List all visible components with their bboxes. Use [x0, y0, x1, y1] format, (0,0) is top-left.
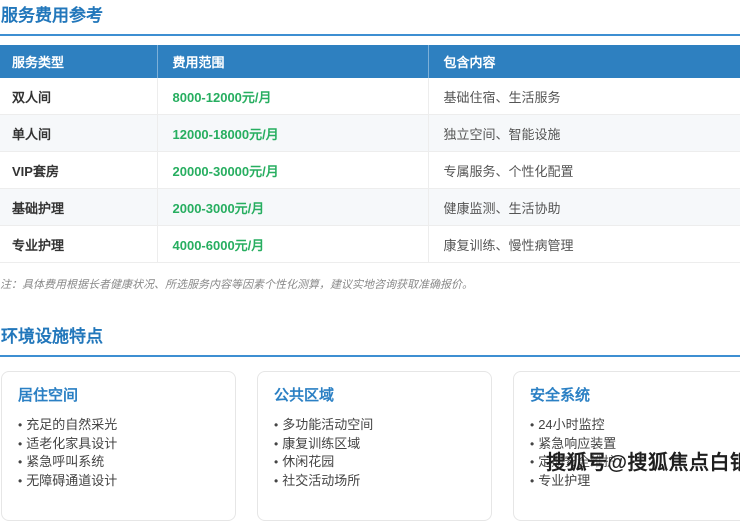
bullet-icon: • [530, 418, 534, 432]
included-cell: 康复训练、慢性病管理 [428, 226, 740, 263]
card-title: 安全系统 [530, 387, 731, 405]
section-service-fees: 服务费用参考 服务类型 费用范围 包含内容 双人间 8000-12000元/月 … [0, 0, 740, 292]
bullet-icon: • [18, 418, 22, 432]
bullet-icon: • [530, 455, 534, 469]
card-title: 居住空间 [18, 387, 219, 405]
table-row: 双人间 8000-12000元/月 基础住宿、生活服务 [0, 78, 740, 115]
section-facilities: 环境设施特点 居住空间 •充足的自然采光 •适老化家具设计 •紧急呼叫系统 •无… [0, 321, 740, 521]
list-item-label: 康复训练区域 [282, 436, 360, 451]
section-title-facilities: 环境设施特点 [0, 321, 740, 357]
service-type-cell: 双人间 [0, 78, 157, 115]
bullet-icon: • [274, 455, 278, 469]
card-list: • 多功能活动空间 • 康复训练区域 • 休闲花园 •社交活动场所 [274, 416, 475, 490]
card-title: 公共区域 [274, 387, 475, 405]
fee-table-header: 服务类型 费用范围 包含内容 [0, 45, 740, 78]
card-list: • 充足的自然采光 • 适老化家具设计 • 紧急呼叫系统 •无障碍通道设计 [18, 416, 219, 490]
table-header-row: 服务类型 费用范围 包含内容 [0, 45, 740, 78]
list-item-label: 24小时监控 [538, 417, 604, 432]
sohu-watermark: 搜狐号@搜狐焦点白银站 [546, 446, 740, 475]
list-item-label: 多功能活动空间 [282, 417, 373, 432]
bullet-icon: • [18, 437, 22, 451]
service-type-cell: VIP套房 [0, 152, 157, 189]
col-header-included: 包含内容 [428, 45, 740, 78]
list-item: • 充足的自然采光 [18, 416, 219, 435]
table-row: 专业护理 4000-6000元/月 康复训练、慢性病管理 [0, 226, 740, 263]
list-item: • 适老化家具设计 [18, 435, 219, 454]
fee-table: 服务类型 费用范围 包含内容 双人间 8000-12000元/月 基础住宿、生活… [0, 45, 740, 263]
list-item-label: 社交活动场所 [282, 473, 360, 488]
article-page: 服务费用参考 服务类型 费用范围 包含内容 双人间 8000-12000元/月 … [0, 0, 740, 476]
included-cell: 基础住宿、生活服务 [428, 78, 740, 115]
fee-range-cell: 12000-18000元/月 [157, 115, 428, 152]
included-cell: 独立空间、智能设施 [428, 115, 740, 152]
fee-range-cell: 2000-3000元/月 [157, 189, 428, 226]
list-item: • 休闲花园 [274, 453, 475, 472]
list-item: • 康复训练区域 [274, 435, 475, 454]
list-item-label: 紧急呼叫系统 [26, 454, 104, 469]
col-header-service-type: 服务类型 [0, 45, 157, 78]
table-row: 单人间 12000-18000元/月 独立空间、智能设施 [0, 115, 740, 152]
included-cell: 健康监测、生活协助 [428, 189, 740, 226]
service-type-cell: 基础护理 [0, 189, 157, 226]
fee-range-cell: 4000-6000元/月 [157, 226, 428, 263]
list-item: • 多功能活动空间 [274, 416, 475, 435]
list-item-label: 充足的自然采光 [26, 417, 117, 432]
list-item-label: 无障碍通道设计 [26, 473, 117, 488]
list-item: • 24小时监控 [530, 416, 731, 435]
fee-range-cell: 8000-12000元/月 [157, 78, 428, 115]
list-item-label: 休闲花园 [282, 454, 334, 469]
table-row: VIP套房 20000-30000元/月 专属服务、个性化配置 [0, 152, 740, 189]
list-item-label: 适老化家具设计 [26, 436, 117, 451]
col-header-fee-range: 费用范围 [157, 45, 428, 78]
service-type-cell: 专业护理 [0, 226, 157, 263]
bullet-icon: • [274, 437, 278, 451]
fee-note: 注：具体费用根据长者健康状况、所选服务内容等因素个性化测算，建议实地咨询获取准确… [0, 278, 740, 292]
included-cell: 专属服务、个性化配置 [428, 152, 740, 189]
fee-range-cell: 20000-30000元/月 [157, 152, 428, 189]
bullet-icon: • [530, 437, 534, 451]
list-item: •无障碍通道设计 [18, 472, 219, 491]
service-type-cell: 单人间 [0, 115, 157, 152]
section-title-service-fees: 服务费用参考 [0, 0, 740, 36]
bullet-icon: • [274, 418, 278, 432]
table-row: 基础护理 2000-3000元/月 健康监测、生活协助 [0, 189, 740, 226]
list-item: • 紧急呼叫系统 [18, 453, 219, 472]
bullet-icon: • [18, 455, 22, 469]
facility-card-living-space: 居住空间 • 充足的自然采光 • 适老化家具设计 • 紧急呼叫系统 •无障碍通道设计 [1, 371, 236, 521]
facility-card-public-areas: 公共区域 • 多功能活动空间 • 康复训练区域 • 休闲花园 •社交活动场所 [257, 371, 492, 521]
list-item: •社交活动场所 [274, 472, 475, 491]
